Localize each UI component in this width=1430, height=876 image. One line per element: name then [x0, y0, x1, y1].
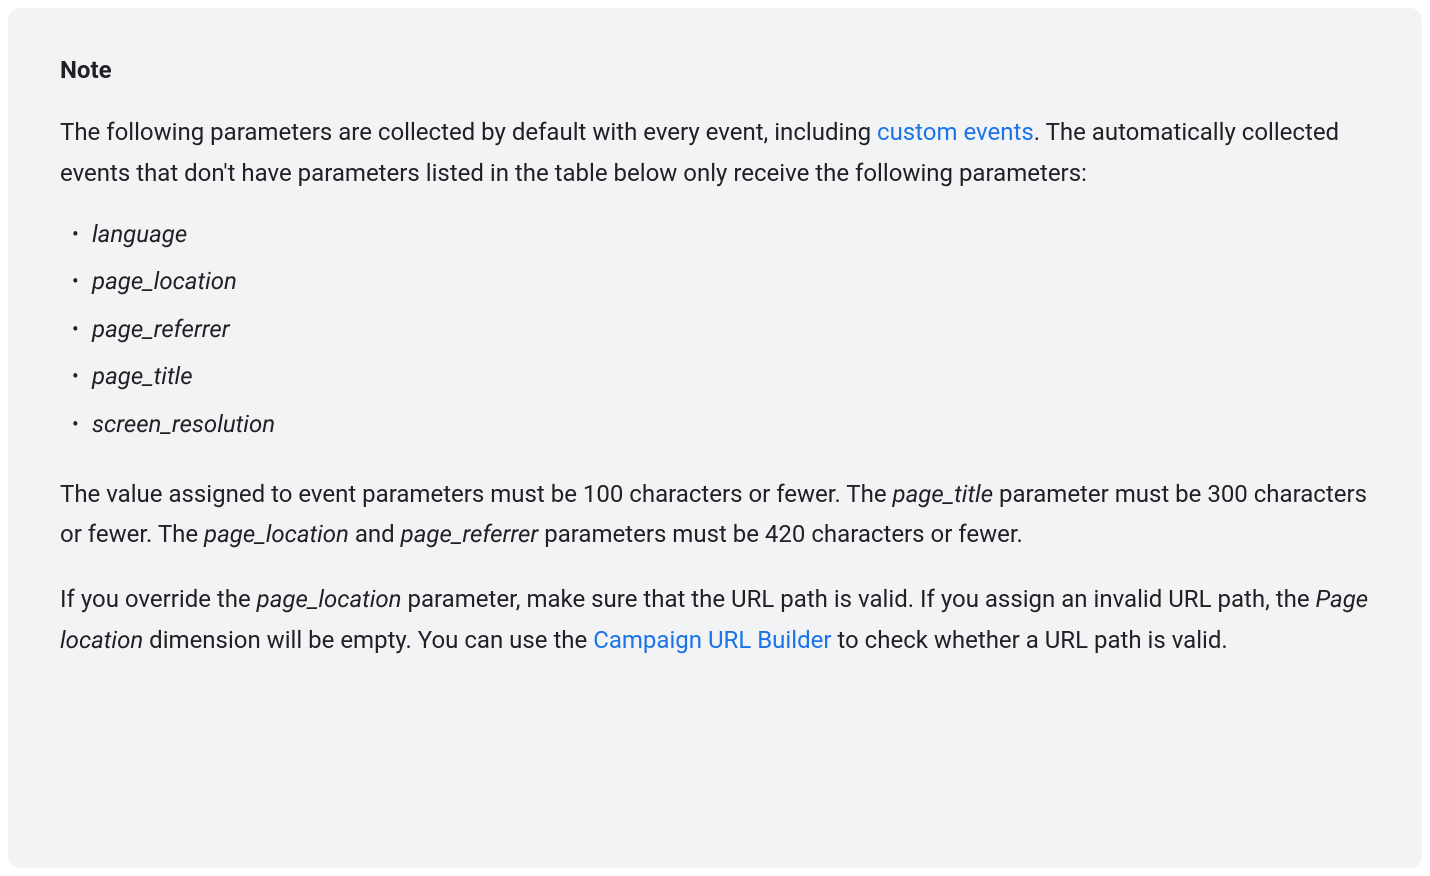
custom-events-link[interactable]: custom events: [877, 118, 1034, 146]
param-name: page_location: [257, 585, 402, 613]
list-item: page_referrer: [60, 313, 1370, 347]
campaign-url-builder-link[interactable]: Campaign URL Builder: [593, 626, 831, 654]
note-text: parameters must be 420 characters or few…: [538, 520, 1023, 548]
list-item: page_location: [60, 265, 1370, 299]
note-paragraph-1: The following parameters are collected b…: [60, 112, 1370, 194]
list-item: language: [60, 218, 1370, 252]
parameter-list: language page_location page_referrer pag…: [60, 218, 1370, 442]
note-text: dimension will be empty. You can use the: [143, 626, 593, 654]
note-text: and: [349, 520, 401, 548]
note-title: Note: [60, 56, 1370, 84]
list-item: screen_resolution: [60, 408, 1370, 442]
note-box: Note The following parameters are collec…: [8, 8, 1422, 868]
note-paragraph-2: The value assigned to event parameters m…: [60, 474, 1370, 556]
param-name: page_referrer: [401, 520, 539, 548]
note-text: The value assigned to event parameters m…: [60, 480, 893, 508]
note-text: The following parameters are collected b…: [60, 118, 877, 146]
note-paragraph-3: If you override the page_location parame…: [60, 579, 1370, 661]
param-name: page_title: [893, 480, 994, 508]
note-text: If you override the: [60, 585, 257, 613]
note-text: parameter, make sure that the URL path i…: [402, 585, 1316, 613]
list-item: page_title: [60, 360, 1370, 394]
note-text: to check whether a URL path is valid.: [831, 626, 1227, 654]
param-name: page_location: [204, 520, 349, 548]
